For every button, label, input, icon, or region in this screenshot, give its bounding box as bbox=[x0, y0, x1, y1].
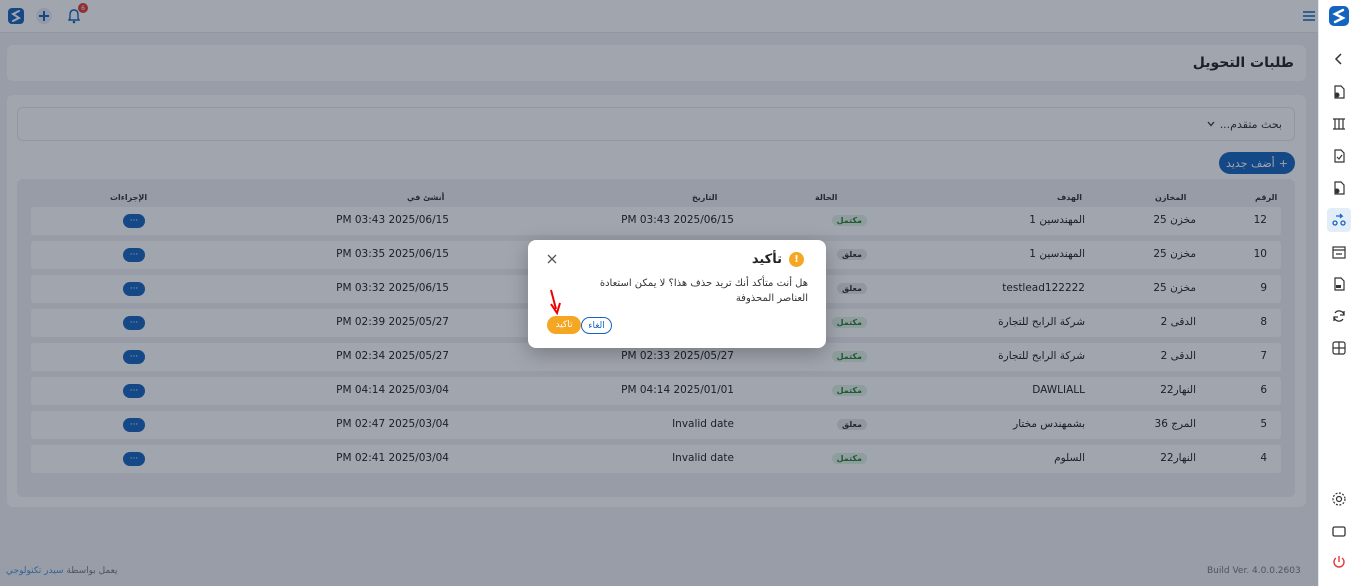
annotation-arrow-icon bbox=[550, 289, 561, 315]
warning-icon: ! bbox=[789, 252, 804, 267]
sidebar-item-sync-icon[interactable] bbox=[1327, 304, 1351, 328]
sidebar-item-store-icon[interactable] bbox=[1327, 240, 1351, 264]
display-icon[interactable] bbox=[1327, 519, 1351, 543]
confirm-dialog: ! تأكيد هل أنت متأكد أنك تريد حذف هذا؟ ل… bbox=[528, 240, 826, 348]
collapse-chevron-icon[interactable] bbox=[1327, 47, 1351, 71]
dialog-title: تأكيد bbox=[751, 252, 782, 267]
settings-gear-icon[interactable] bbox=[1327, 487, 1351, 511]
logout-power-icon[interactable] bbox=[1327, 550, 1351, 574]
sidebar-item-warehouse-icon[interactable] bbox=[1327, 112, 1351, 136]
confirm-button[interactable]: تاكيد bbox=[547, 316, 581, 334]
cancel-button[interactable]: الغاء bbox=[581, 317, 612, 334]
sidebar-item-documents-icon[interactable] bbox=[1327, 80, 1351, 104]
sidebar-item-invoice-icon[interactable] bbox=[1327, 272, 1351, 296]
sidebar-logo-icon[interactable] bbox=[1327, 4, 1351, 28]
sidebar-item-file-check-icon[interactable] bbox=[1327, 176, 1351, 200]
sidebar bbox=[1318, 0, 1359, 586]
close-icon[interactable] bbox=[545, 252, 559, 266]
dialog-message: هل أنت متأكد أنك تريد حذف هذا؟ لا يمكن ا… bbox=[599, 278, 808, 304]
sidebar-item-layout-icon[interactable] bbox=[1327, 336, 1351, 360]
sidebar-item-file-icon[interactable] bbox=[1327, 144, 1351, 168]
sidebar-item-transfers-icon[interactable] bbox=[1327, 208, 1351, 232]
